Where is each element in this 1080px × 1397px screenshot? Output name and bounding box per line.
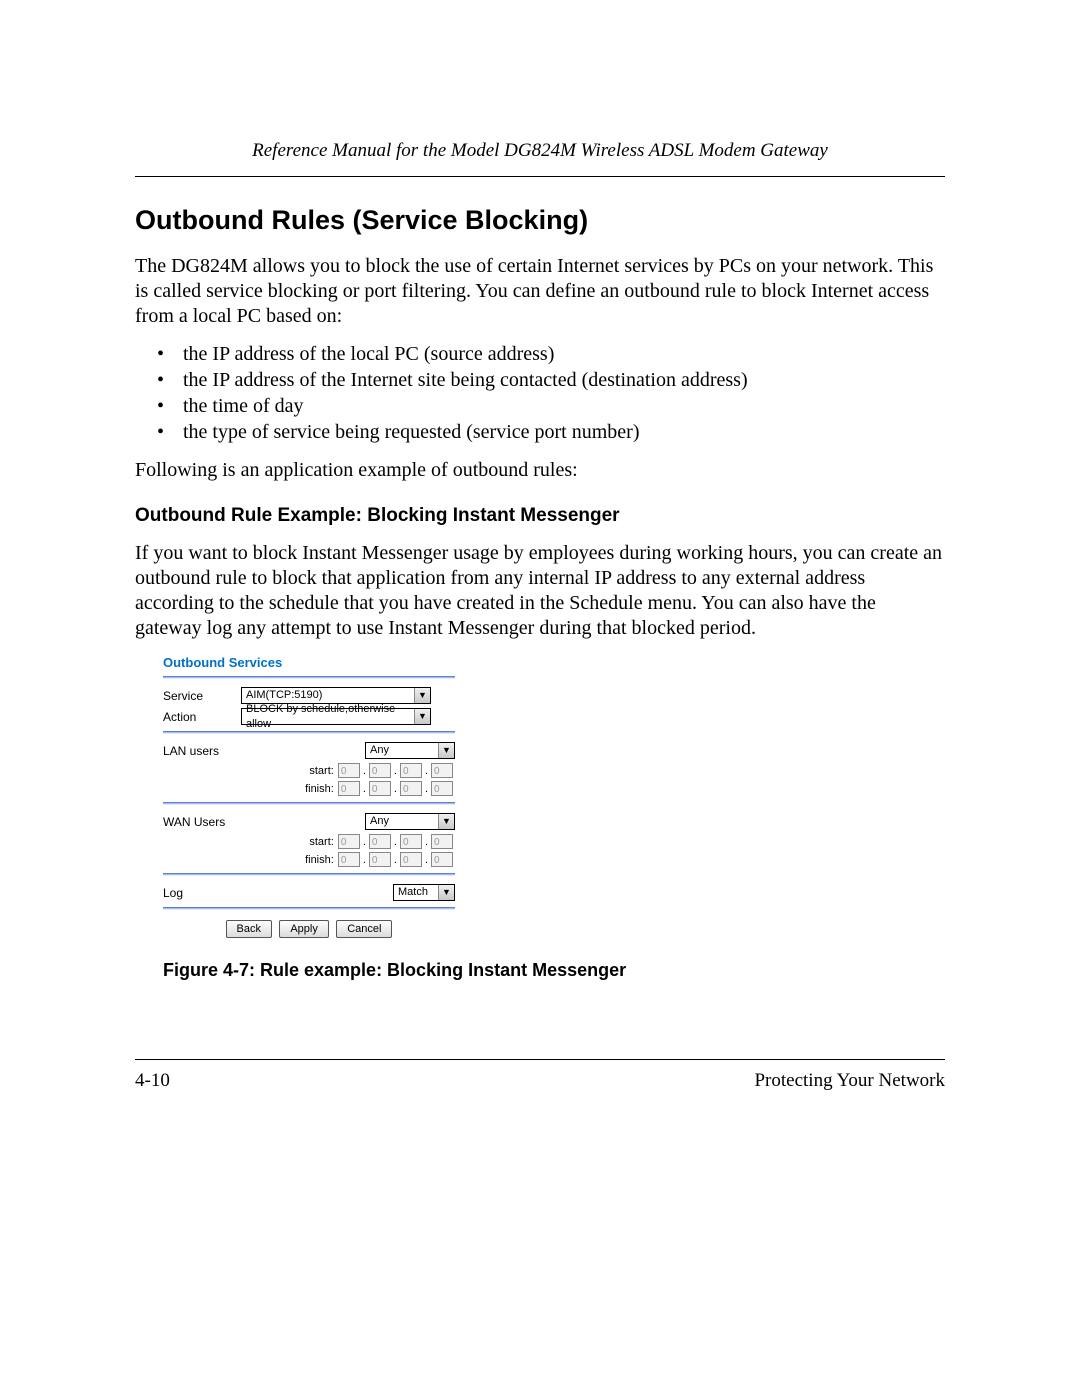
list-item: the time of day: [157, 395, 945, 418]
lan-users-label: LAN users: [163, 744, 241, 758]
chevron-down-icon: ▼: [414, 688, 430, 703]
lan-ip-block: start: 0. 0. 0. 0 finish: 0. 0. 0. 0: [241, 763, 453, 796]
log-select-value: Match: [398, 885, 428, 900]
list-item: the type of service being requested (ser…: [157, 421, 945, 444]
example-paragraph: If you want to block Instant Messenger u…: [135, 541, 945, 641]
wan-ip-block: start: 0. 0. 0. 0 finish: 0. 0. 0. 0: [241, 834, 453, 867]
ip-octet-input[interactable]: 0: [369, 852, 391, 867]
back-button[interactable]: Back: [226, 920, 272, 938]
footer: 4-10 Protecting Your Network: [135, 1059, 945, 1092]
service-label: Service: [163, 689, 241, 703]
panel-separator: [163, 873, 455, 876]
cancel-button[interactable]: Cancel: [336, 920, 392, 938]
lead-out-paragraph: Following is an application example of o…: [135, 458, 945, 483]
running-header: Reference Manual for the Model DG824M Wi…: [135, 140, 945, 168]
action-select[interactable]: BLOCK by schedule,otherwise allow ▼: [241, 708, 431, 725]
ip-octet-input[interactable]: 0: [431, 781, 453, 796]
start-label: start:: [296, 765, 334, 777]
panel-title: Outbound Services: [163, 655, 455, 670]
ip-octet-input[interactable]: 0: [369, 781, 391, 796]
page-number: 4-10: [135, 1070, 170, 1092]
ip-octet-input[interactable]: 0: [338, 763, 360, 778]
ip-octet-input[interactable]: 0: [400, 834, 422, 849]
outbound-services-panel: Outbound Services Service AIM(TCP:5190) …: [163, 655, 455, 938]
ip-octet-input[interactable]: 0: [431, 834, 453, 849]
wan-users-row: WAN Users Any ▼: [163, 813, 455, 830]
ip-octet-input[interactable]: 0: [369, 834, 391, 849]
chevron-down-icon: ▼: [438, 743, 454, 758]
document-page: Reference Manual for the Model DG824M Wi…: [0, 0, 1080, 1397]
finish-label: finish:: [296, 783, 334, 795]
ip-octet-input[interactable]: 0: [431, 852, 453, 867]
chevron-down-icon: ▼: [414, 709, 430, 724]
button-row: Back Apply Cancel: [163, 920, 455, 938]
wan-finish-row: finish: 0. 0. 0. 0: [241, 852, 453, 867]
list-item: the IP address of the local PC (source a…: [157, 343, 945, 366]
panel-separator: [163, 676, 455, 679]
action-select-value: BLOCK by schedule,otherwise allow: [246, 702, 414, 732]
ip-octet-input[interactable]: 0: [400, 852, 422, 867]
log-label: Log: [163, 886, 241, 900]
log-row: Log Match ▼: [163, 884, 455, 901]
ip-octet-input[interactable]: 0: [338, 781, 360, 796]
chevron-down-icon: ▼: [438, 885, 454, 900]
ip-octet-input[interactable]: 0: [400, 763, 422, 778]
finish-label: finish:: [296, 854, 334, 866]
action-row: Action BLOCK by schedule,otherwise allow…: [163, 708, 455, 725]
ip-octet-input[interactable]: 0: [338, 834, 360, 849]
lan-scope-select[interactable]: Any ▼: [365, 742, 455, 759]
lan-start-row: start: 0. 0. 0. 0: [241, 763, 453, 778]
lan-scope-value: Any: [370, 743, 389, 758]
action-label: Action: [163, 710, 241, 724]
list-item: the IP address of the Internet site bein…: [157, 369, 945, 392]
figure-caption: Figure 4-7: Rule example: Blocking Insta…: [163, 960, 945, 981]
apply-button[interactable]: Apply: [279, 920, 329, 938]
wan-users-label: WAN Users: [163, 815, 241, 829]
intro-paragraph: The DG824M allows you to block the use o…: [135, 254, 945, 329]
log-select[interactable]: Match ▼: [393, 884, 455, 901]
section-title: Outbound Rules (Service Blocking): [135, 205, 945, 236]
header-rule: [135, 176, 945, 177]
ip-octet-input[interactable]: 0: [400, 781, 422, 796]
criteria-list: the IP address of the local PC (source a…: [157, 343, 945, 444]
chevron-down-icon: ▼: [438, 814, 454, 829]
panel-separator: [163, 802, 455, 805]
figure-outbound-services: Outbound Services Service AIM(TCP:5190) …: [163, 655, 945, 981]
lan-finish-row: finish: 0. 0. 0. 0: [241, 781, 453, 796]
ip-octet-input[interactable]: 0: [431, 763, 453, 778]
wan-start-row: start: 0. 0. 0. 0: [241, 834, 453, 849]
wan-scope-value: Any: [370, 814, 389, 829]
ip-octet-input[interactable]: 0: [338, 852, 360, 867]
chapter-title: Protecting Your Network: [754, 1070, 945, 1092]
ip-octet-input[interactable]: 0: [369, 763, 391, 778]
example-subheading: Outbound Rule Example: Blocking Instant …: [135, 505, 945, 527]
lan-users-row: LAN users Any ▼: [163, 742, 455, 759]
wan-scope-select[interactable]: Any ▼: [365, 813, 455, 830]
panel-separator: [163, 907, 455, 910]
footer-rule: [135, 1059, 945, 1060]
start-label: start:: [296, 836, 334, 848]
